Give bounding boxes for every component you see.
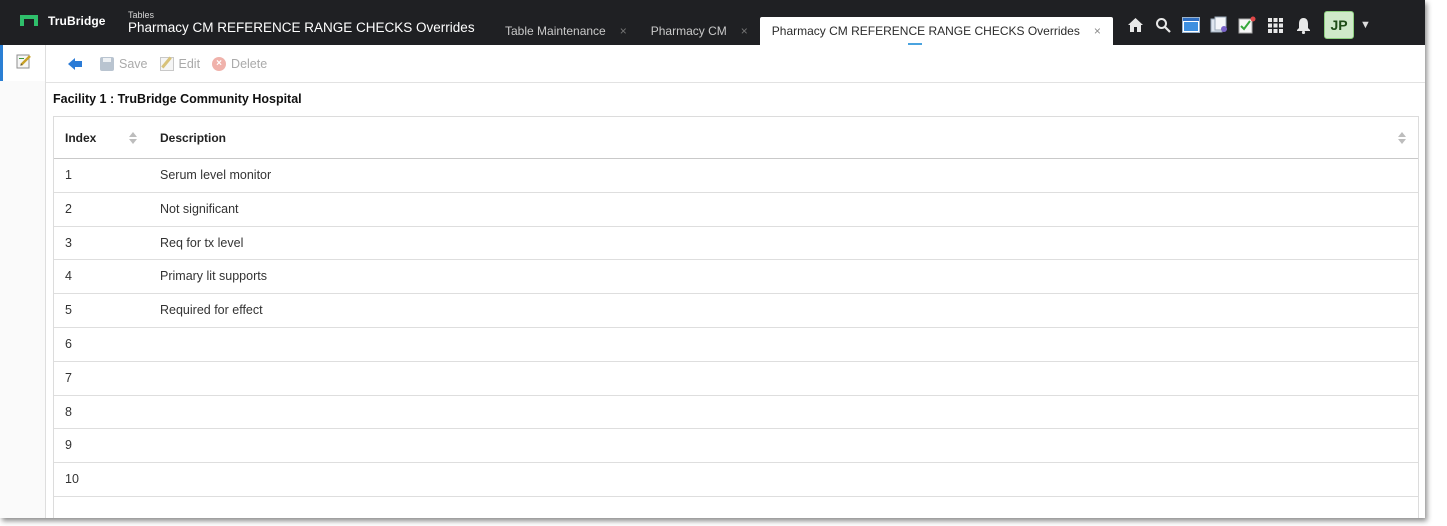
page-subtitle: Tables	[128, 10, 155, 20]
rail-item-tables[interactable]	[0, 45, 45, 81]
apps-grid-icon[interactable]	[1264, 14, 1286, 36]
cell-description: Not significant	[160, 201, 239, 216]
top-icons: JP ▼	[1124, 11, 1371, 39]
overrides-table: Index Description 1 Serum level monitor 2…	[53, 116, 1419, 518]
table-header: Index Description	[54, 117, 1418, 159]
cell-index: 5	[65, 303, 72, 318]
delete-icon: ×	[212, 56, 227, 71]
toolbar: Save Edit × Delete	[46, 45, 1425, 83]
close-icon[interactable]: ×	[741, 24, 748, 38]
tab-label: Pharmacy CM REFERENCE RANGE CHECKS Overr…	[771, 24, 1080, 38]
tab-table-maintenance[interactable]: Table Maintenance ×	[493, 17, 639, 45]
cell-description: Req for tx level	[160, 235, 244, 250]
edit-note-icon	[16, 53, 32, 74]
tab-reference-range-overrides[interactable]: Pharmacy CM REFERENCE RANGE CHECKS Overr…	[759, 17, 1113, 45]
cell-index: 3	[65, 235, 72, 250]
user-avatar[interactable]: JP	[1324, 11, 1354, 39]
back-arrow-icon[interactable]	[68, 57, 82, 70]
save-label: Save	[119, 56, 148, 71]
brand[interactable]: TruBridge	[20, 14, 106, 28]
cell-description: Primary lit supports	[160, 269, 267, 284]
tab-label: Pharmacy CM	[650, 24, 727, 38]
cell-index: 6	[65, 336, 72, 351]
cell-index: 2	[65, 201, 72, 216]
table-row[interactable]: 9	[54, 429, 1418, 464]
edit-button[interactable]: Edit	[159, 56, 201, 71]
tab-label: Table Maintenance	[505, 24, 606, 38]
delete-label: Delete	[231, 56, 268, 71]
cell-description: Serum level monitor	[160, 168, 272, 182]
table-row[interactable]: 5 Required for effect	[54, 294, 1418, 328]
app-window: TruBridge Tables Pharmacy CM REFERENCE R…	[0, 0, 1425, 518]
table-row[interactable]: 3 Req for tx level	[54, 227, 1418, 261]
cell-index: 1	[65, 168, 72, 182]
facility-heading: Facility 1 : TruBridge Community Hospita…	[53, 92, 302, 106]
table-row[interactable]: 8	[54, 396, 1418, 430]
column-header-description[interactable]: Description	[160, 131, 226, 145]
tab-pharmacy-cm[interactable]: Pharmacy CM ×	[639, 17, 760, 45]
sort-icon[interactable]	[1398, 132, 1406, 144]
column-header-index[interactable]: Index	[65, 131, 96, 145]
tasks-icon[interactable]	[1236, 14, 1258, 36]
search-icon[interactable]	[1152, 14, 1174, 36]
delete-button[interactable]: × Delete	[212, 56, 268, 71]
tab-strip: Table Maintenance × Pharmacy CM × Pharma…	[493, 17, 1113, 45]
cell-index: 9	[65, 438, 72, 453]
cell-index: 10	[65, 472, 79, 487]
table-row[interactable]: 4 Primary lit supports	[54, 260, 1418, 295]
save-icon	[100, 56, 114, 71]
table-row[interactable]: 6	[54, 328, 1418, 362]
page-titles: Tables Pharmacy CM REFERENCE RANGE CHECK…	[128, 10, 475, 36]
page-title: Pharmacy CM REFERENCE RANGE CHECKS Overr…	[128, 20, 475, 35]
trubridge-logo-icon	[20, 15, 38, 27]
home-icon[interactable]	[1124, 14, 1146, 36]
window-icon[interactable]	[1180, 14, 1202, 36]
documents-icon[interactable]	[1208, 14, 1230, 36]
close-icon[interactable]: ×	[620, 24, 627, 38]
edit-icon	[159, 56, 174, 71]
left-rail	[0, 45, 46, 518]
cell-index: 8	[65, 404, 72, 419]
sort-icon[interactable]	[129, 132, 137, 144]
table-row[interactable]: 1 Serum level monitor	[54, 159, 1418, 193]
save-button[interactable]: Save	[100, 56, 148, 71]
table-row[interactable]: 2 Not significant	[54, 193, 1418, 227]
close-icon[interactable]: ×	[1094, 24, 1101, 38]
chevron-down-icon[interactable]: ▼	[1360, 19, 1371, 31]
table-row[interactable]: 7	[54, 362, 1418, 396]
brand-name: TruBridge	[48, 14, 106, 28]
cell-description: Required for effect	[160, 303, 263, 318]
cell-index: 4	[65, 269, 72, 284]
edit-label: Edit	[178, 56, 201, 71]
table-row[interactable]: 10	[54, 463, 1418, 497]
top-bar: TruBridge Tables Pharmacy CM REFERENCE R…	[0, 0, 1425, 45]
cell-index: 7	[65, 370, 72, 385]
bell-icon[interactable]	[1292, 14, 1314, 36]
